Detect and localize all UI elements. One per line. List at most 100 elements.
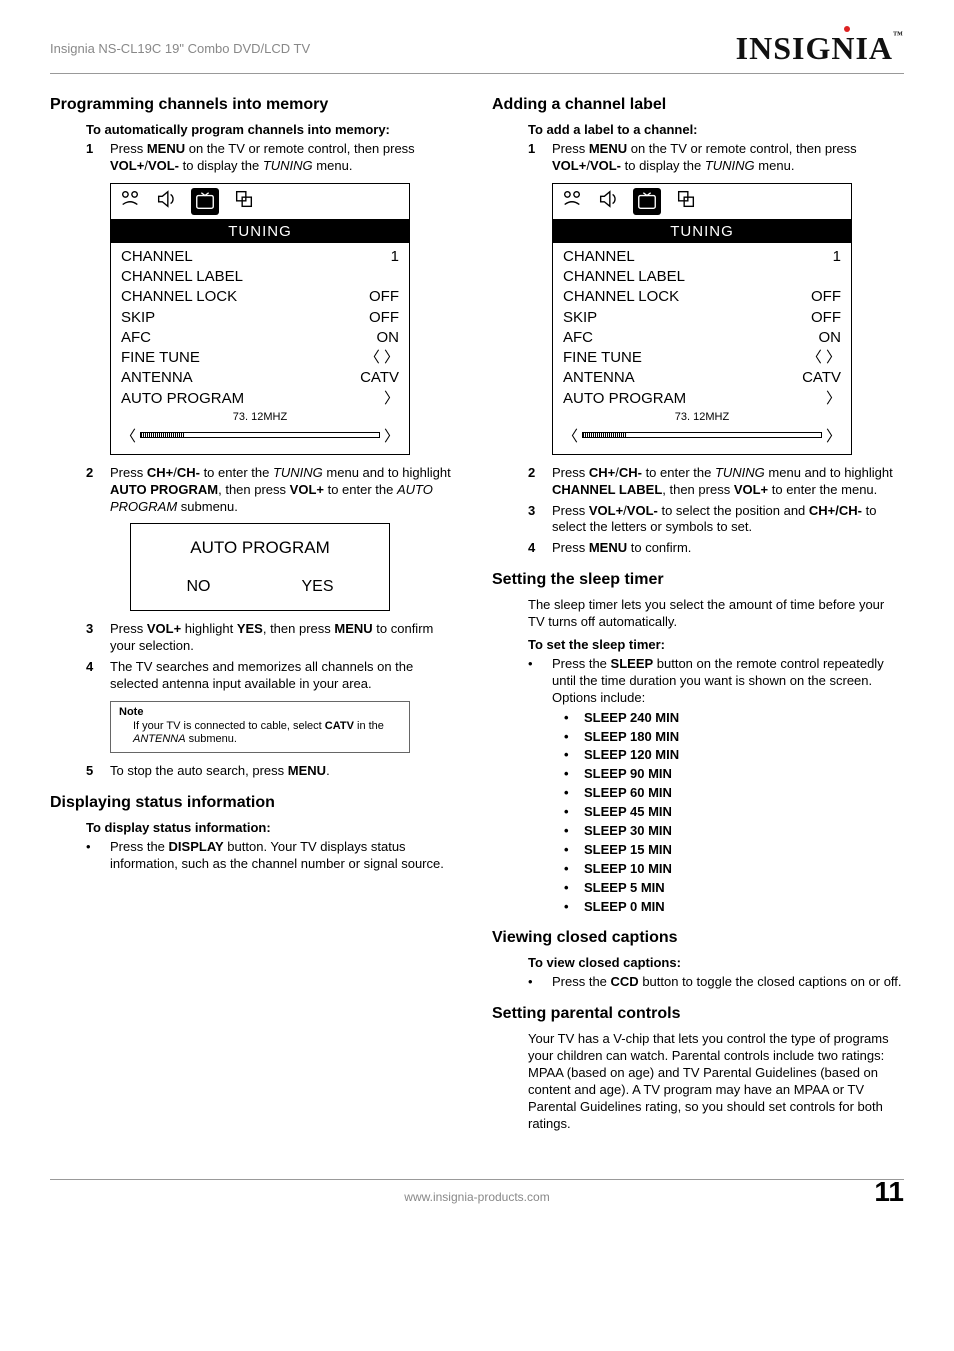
osd-row: SKIPOFF <box>121 308 399 328</box>
osd-progress: 〈 〉 <box>563 425 841 446</box>
trademark-icon: ™ <box>893 30 904 41</box>
sleep-option-label: SLEEP 90 MIN <box>584 766 672 783</box>
sleep-option: • SLEEP 180 MIN <box>564 729 904 746</box>
section-heading-channel-label: Adding a channel label <box>492 96 904 114</box>
sleep-option-label: SLEEP 0 MIN <box>584 899 665 916</box>
step-2: 2 Press CH+/CH- to enter the TUNING menu… <box>86 465 462 516</box>
progress-bar <box>582 432 822 438</box>
sub-heading-cc: To view closed captions: <box>528 955 904 970</box>
osd-row: ANTENNACATV <box>563 368 841 388</box>
step-3: 3 Press VOL+ highlight YES, then press M… <box>86 621 462 655</box>
setup-icon <box>233 188 255 215</box>
osd-frequency: 73. 12MHZ <box>121 411 399 423</box>
osd-tab-icons <box>111 184 409 220</box>
tuning-icon <box>633 188 661 215</box>
sub-heading-sleep: To set the sleep timer: <box>528 637 904 652</box>
progress-bar <box>140 432 380 438</box>
page-footer: www.insignia-products.com 11 <box>50 1179 904 1204</box>
step-4: 4 Press MENU to confirm. <box>528 540 904 557</box>
step-4: 4 The TV searches and memorizes all chan… <box>86 659 462 693</box>
tuning-icon <box>191 188 219 215</box>
sleep-option-label: SLEEP 120 MIN <box>584 747 679 764</box>
step-2: 2 Press CH+/CH- to enter the TUNING menu… <box>528 465 904 499</box>
sleep-option-label: SLEEP 180 MIN <box>584 729 679 746</box>
bullet-sleep: • Press the SLEEP button on the remote c… <box>528 656 904 707</box>
bullet-text: Press the SLEEP button on the remote con… <box>552 656 904 707</box>
bullet-icon: • <box>564 729 574 746</box>
osd-body: CHANNEL1 CHANNEL LABEL CHANNEL LOCKOFF S… <box>111 243 409 454</box>
osd-row: AFCON <box>121 328 399 348</box>
bullet-icon: • <box>528 656 542 707</box>
sleep-option: • SLEEP 120 MIN <box>564 747 904 764</box>
section-heading-parental: Setting parental controls <box>492 1005 904 1023</box>
sleep-option-label: SLEEP 5 MIN <box>584 880 665 897</box>
sleep-option-label: SLEEP 60 MIN <box>584 785 672 802</box>
sleep-option: • SLEEP 0 MIN <box>564 899 904 916</box>
step-1: 1 Press MENU on the TV or remote control… <box>528 141 904 175</box>
arrow-left-icon: 〈 <box>563 425 578 446</box>
section-heading-status: Displaying status information <box>50 794 462 812</box>
bullet-cc: • Press the CCD button to toggle the clo… <box>528 974 904 991</box>
osd-auto-program: AUTO PROGRAM NO YES <box>130 523 390 611</box>
arrow-right-icon: 〉 <box>384 425 399 446</box>
sleep-option: • SLEEP 90 MIN <box>564 766 904 783</box>
osd-row: AUTO PROGRAM〉 <box>121 389 399 409</box>
sleep-option: • SLEEP 60 MIN <box>564 785 904 802</box>
osd-row: CHANNEL LOCKOFF <box>563 287 841 307</box>
bullet-icon: • <box>564 842 574 859</box>
auto-program-title: AUTO PROGRAM <box>141 538 379 558</box>
sleep-option: •SLEEP 10 MIN <box>564 861 904 878</box>
bullet-icon: • <box>564 804 574 821</box>
left-column: Programming channels into memory To auto… <box>50 92 462 1139</box>
sleep-option: •SLEEP 240 MIN <box>564 710 904 727</box>
osd-row: CHANNEL LABEL <box>121 267 399 287</box>
sub-heading-channel-label: To add a label to a channel: <box>528 122 904 137</box>
brand-logo: INSIGNIA™ <box>736 30 904 67</box>
bullet-icon: • <box>564 880 574 897</box>
step-1: 1 Press MENU on the TV or remote control… <box>86 141 462 175</box>
step-text: The TV searches and memorizes all channe… <box>110 659 462 693</box>
bullet-icon: • <box>564 899 574 916</box>
sleep-option-label: SLEEP 45 MIN <box>584 804 672 821</box>
section-heading-cc: Viewing closed captions <box>492 929 904 947</box>
arrow-left-icon: 〈 <box>121 425 136 446</box>
osd-row: ANTENNACATV <box>121 368 399 388</box>
bullet-icon: • <box>528 974 542 991</box>
step-text: Press MENU on the TV or remote control, … <box>110 141 462 175</box>
sleep-option: • SLEEP 45 MIN <box>564 804 904 821</box>
step-text: Press MENU on the TV or remote control, … <box>552 141 904 175</box>
step-text: Press CH+/CH- to enter the TUNING menu a… <box>552 465 904 499</box>
sleep-paragraph: The sleep timer lets you select the amou… <box>528 597 904 631</box>
bullet-text: Press the CCD button to toggle the close… <box>552 974 904 991</box>
sub-heading-status: To display status information: <box>86 820 462 835</box>
bullet-text: Press the DISPLAY button. Your TV displa… <box>110 839 462 873</box>
arrow-right-icon: 〉 <box>826 425 841 446</box>
auto-program-yes: YES <box>301 578 333 596</box>
picture-icon <box>119 188 141 215</box>
sleep-option-label: SLEEP 30 MIN <box>584 823 672 840</box>
osd-row: CHANNEL LABEL <box>563 267 841 287</box>
osd-title: TUNING <box>553 220 851 243</box>
section-heading-programming: Programming channels into memory <box>50 96 462 114</box>
step-text: Press MENU to confirm. <box>552 540 904 557</box>
bullet-icon: • <box>564 861 574 878</box>
sleep-option: •SLEEP 15 MIN <box>564 842 904 859</box>
osd-row: FINE TUNE〈 〉 <box>121 348 399 368</box>
bullet-icon: • <box>564 766 574 783</box>
step-number: 1 <box>86 141 100 175</box>
step-5: 5 To stop the auto search, press MENU. <box>86 763 462 780</box>
step-text: To stop the auto search, press MENU. <box>110 763 462 780</box>
osd-title: TUNING <box>111 220 409 243</box>
sleep-options-list: •SLEEP 240 MIN • SLEEP 180 MIN • SLEEP 120 M… <box>492 710 904 916</box>
osd-body: CHANNEL1 CHANNEL LABEL CHANNEL LOCKOFF S… <box>553 243 851 454</box>
step-text: Press CH+/CH- to enter the TUNING menu a… <box>110 465 462 516</box>
step-number: 2 <box>86 465 100 516</box>
osd-row: CHANNEL LOCKOFF <box>121 287 399 307</box>
bullet-icon: • <box>564 785 574 802</box>
right-column: Adding a channel label To add a label to… <box>492 92 904 1139</box>
bullet-icon: • <box>564 823 574 840</box>
osd-tuning-menu-1: TUNING CHANNEL1 CHANNEL LABEL CHANNEL LO… <box>110 183 410 455</box>
logo-dot-icon <box>844 26 850 32</box>
bullet-icon: • <box>564 747 574 764</box>
sleep-option: • SLEEP 5 MIN <box>564 880 904 897</box>
